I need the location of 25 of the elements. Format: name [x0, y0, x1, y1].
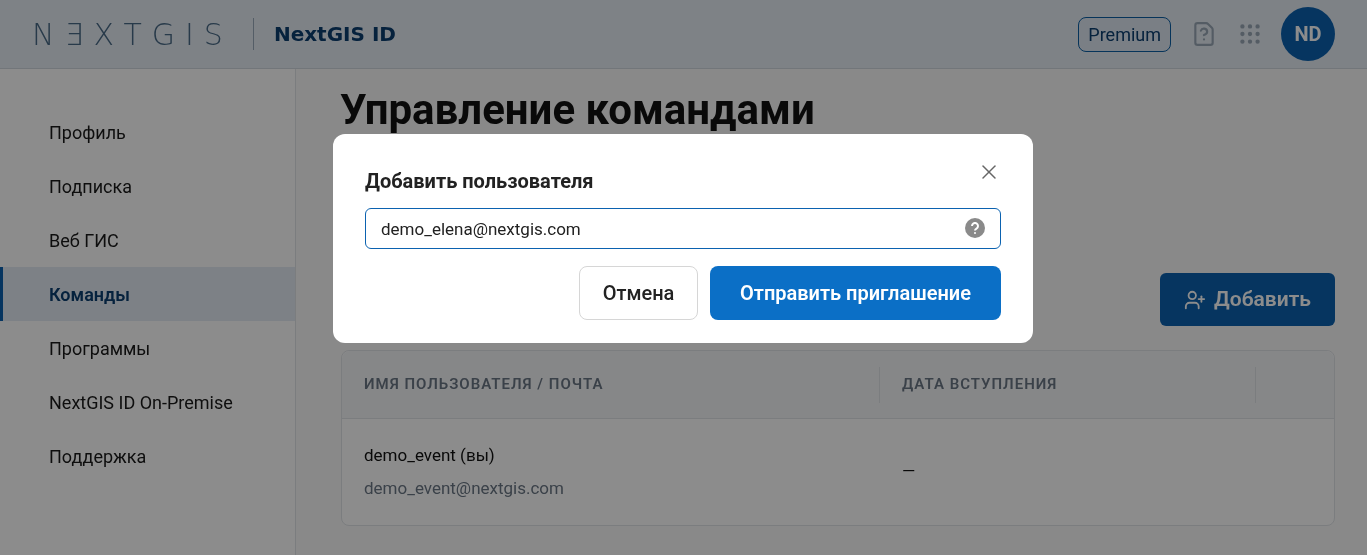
page-title: Управление командами	[340, 89, 816, 131]
join-date: —	[901, 460, 916, 484]
sidebar-item[interactable]: Программы	[0, 321, 295, 375]
dialog-title: Добавить пользователя	[365, 168, 594, 195]
column-header: ИМЯ ПОЛЬЗОВАТЕЛЯ / ПОЧТА	[364, 374, 604, 396]
user-email: demo_event@nextgis.com	[364, 477, 565, 500]
product-name: NextGIS ID	[273, 21, 396, 48]
cancel-button[interactable]: Отмена	[579, 266, 698, 320]
sidebar-item[interactable]: Веб ГИС	[0, 213, 295, 267]
help-document-icon[interactable]	[1191, 21, 1217, 47]
sidebar-item[interactable]: Поддержка	[0, 429, 295, 483]
user-name: demo_event (вы)	[364, 443, 496, 467]
apps-grid-icon[interactable]	[1237, 21, 1263, 47]
add-user-icon	[1184, 288, 1207, 311]
sidebar-item[interactable]: Профиль	[0, 105, 295, 159]
premium-badge[interactable]: Premium	[1078, 16, 1171, 52]
sidebar-item[interactable]: Подписка	[0, 159, 295, 213]
add-button[interactable]: Добавить	[1160, 273, 1335, 326]
sidebar-item[interactable]: NextGIS ID On-Premise	[0, 375, 295, 429]
email-field[interactable]: demo_elena@nextgis.com	[365, 208, 1001, 249]
column-header: ДАТА ВСТУПЛЕНИЯ	[902, 374, 1058, 396]
send-invite-button[interactable]: Отправить приглашение	[710, 266, 1001, 320]
sidebar-item[interactable]: Команды	[0, 267, 295, 321]
user-avatar[interactable]: ND	[1281, 7, 1335, 61]
logo[interactable]: NƎXTGIS	[32, 11, 233, 57]
